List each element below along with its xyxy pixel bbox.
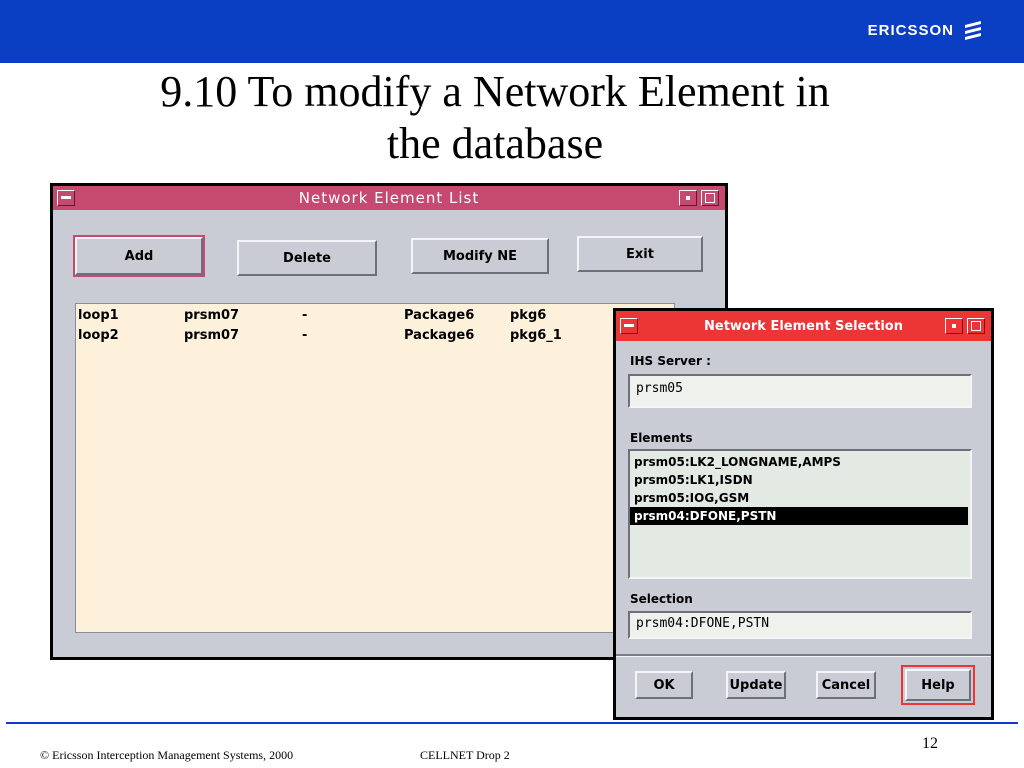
list-item[interactable]: prsm05:LK1,ISDN [630, 471, 970, 489]
server-cell: prsm07 [184, 308, 240, 323]
network-element-table[interactable]: loop1 prsm07 - Package6 pkg6 loop2 prsm0… [75, 303, 675, 633]
footer-divider [6, 722, 1018, 724]
cancel-button[interactable]: Cancel [816, 671, 876, 699]
page-number: 12 [922, 735, 938, 752]
ok-button[interactable]: OK [635, 671, 693, 699]
window-title: Network Element List [298, 189, 480, 207]
value-cell: - [302, 328, 308, 343]
footer-copyright: © Ericsson Interception Management Syste… [40, 748, 294, 762]
slide-title-line-1: 9.10 To modify a Network Element in [160, 67, 830, 116]
elements-label: Elements [630, 431, 693, 445]
minimize-icon[interactable] [679, 190, 697, 206]
table-row[interactable]: loop2 prsm07 - Package6 pkg6_1 [76, 328, 674, 346]
value-cell: - [302, 308, 308, 323]
update-button[interactable]: Update [726, 671, 786, 699]
modify-ne-button[interactable]: Modify NE [411, 238, 549, 274]
elements-list[interactable]: prsm05:LK2_LONGNAME,AMPS prsm05:LK1,ISDN… [628, 449, 972, 579]
pkg-cell: pkg6 [510, 308, 547, 323]
element-name-cell: loop2 [78, 328, 119, 343]
network-element-selection-titlebar[interactable]: Network Element Selection [616, 311, 991, 341]
window-menu-icon[interactable] [57, 190, 75, 206]
list-item[interactable]: prsm05:IOG,GSM [630, 489, 970, 507]
exit-button[interactable]: Exit [577, 236, 703, 272]
ericsson-logo-icon [965, 21, 981, 40]
dialog-title: Network Element Selection [704, 318, 903, 334]
pkg-cell: pkg6_1 [510, 328, 562, 343]
table-row[interactable]: loop1 prsm07 - Package6 pkg6 [76, 308, 674, 326]
dialog-separator [616, 654, 991, 657]
help-button[interactable]: Help [901, 665, 975, 705]
network-element-selection-dialog: Network Element Selection IHS Server : p… [613, 308, 994, 720]
window-menu-icon[interactable] [620, 318, 638, 334]
ihs-server-input[interactable]: prsm05 [628, 374, 972, 408]
slide-title-line-2: the database [386, 119, 604, 168]
maximize-icon[interactable] [701, 190, 719, 206]
brand: ERICSSON [868, 19, 984, 41]
list-item-selected[interactable]: prsm04:DFONE,PSTN [630, 507, 968, 525]
list-item[interactable]: prsm05:LK2_LONGNAME,AMPS [630, 453, 970, 471]
add-button[interactable]: Add [73, 235, 205, 277]
ihs-server-label: IHS Server : [630, 354, 711, 368]
server-cell: prsm07 [184, 328, 240, 343]
selection-label: Selection [630, 592, 693, 606]
element-name-cell: loop1 [78, 308, 119, 323]
maximize-icon[interactable] [967, 318, 985, 334]
slide-title: 9.10 To modify a Network Element in the … [60, 66, 930, 170]
package-cell: Package6 [404, 308, 475, 323]
delete-button[interactable]: Delete [237, 240, 377, 276]
footer-project: CELLNET Drop 2 [420, 748, 510, 762]
slide-header-bar: ERICSSON [0, 0, 1024, 63]
network-element-list-titlebar[interactable]: Network Element List [53, 186, 725, 210]
minimize-icon[interactable] [945, 318, 963, 334]
package-cell: Package6 [404, 328, 475, 343]
selection-input[interactable]: prsm04:DFONE,PSTN [628, 611, 972, 639]
network-element-selection-body: Network Element Selection IHS Server : p… [616, 311, 991, 717]
brand-name: ERICSSON [867, 21, 954, 39]
